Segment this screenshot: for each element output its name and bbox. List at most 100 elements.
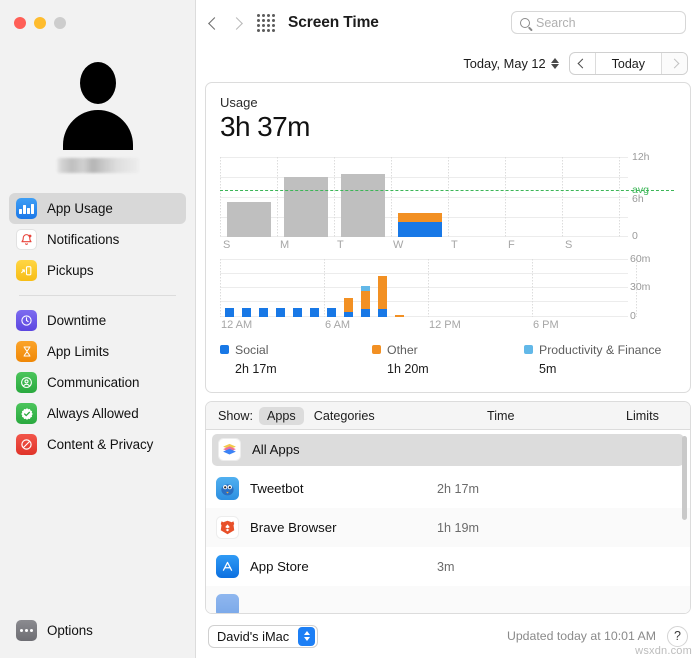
today-button[interactable]: Today bbox=[596, 53, 661, 74]
sidebar-item-label: App Limits bbox=[47, 343, 110, 359]
column-header-time: Time bbox=[487, 408, 515, 423]
hourly-xtick: 6 AM bbox=[325, 318, 351, 331]
show-label: Show: bbox=[218, 408, 254, 423]
sidebar-item-notifications[interactable]: Notifications bbox=[9, 224, 186, 255]
legend-item-social: Social 2h 17m bbox=[220, 343, 372, 376]
date-stepper[interactable]: Today, May 12 bbox=[463, 56, 559, 71]
legend-item-other: Other 1h 20m bbox=[372, 343, 524, 376]
tab-categories[interactable]: Categories bbox=[306, 407, 383, 425]
sidebar-item-label: Always Allowed bbox=[47, 405, 139, 421]
hourglass-icon bbox=[16, 341, 37, 362]
list-item[interactable]: App Store 3m bbox=[206, 547, 690, 586]
hourly-ytick-30m: 30m bbox=[630, 280, 651, 293]
sidebar-item-downtime[interactable]: Downtime bbox=[9, 305, 186, 336]
weekly-xtick: F bbox=[508, 238, 515, 251]
hourly-ytick-60m: 60m bbox=[630, 252, 651, 265]
sidebar-item-always-allowed[interactable]: Always Allowed bbox=[9, 398, 186, 429]
tweetbot-icon bbox=[216, 477, 239, 501]
sidebar: App Usage Notifications Pickups Downtime… bbox=[0, 0, 196, 658]
sidebar-item-label: Options bbox=[47, 622, 93, 638]
hourly-bar bbox=[395, 315, 404, 317]
legend-label: Social bbox=[235, 342, 269, 357]
weekly-bar-sunday bbox=[227, 201, 271, 237]
hourly-chart-plot: 60m 30m 0 12 AM 6 AM 12 PM 6 PM bbox=[220, 253, 650, 331]
sidebar-item-label: Downtime bbox=[47, 312, 107, 328]
hourly-xtick: 12 PM bbox=[429, 318, 461, 331]
sidebar-item-label: Content & Privacy bbox=[47, 436, 154, 452]
hourly-bar bbox=[259, 307, 268, 317]
user-profile bbox=[0, 46, 195, 173]
weekly-chart-plot: avg 12h 6h 0 S M T W T F S bbox=[220, 151, 674, 251]
date-navigation: Today, May 12 Today bbox=[196, 46, 700, 82]
layers-icon bbox=[218, 438, 241, 462]
app-time: 1h 19m bbox=[437, 520, 480, 535]
previous-day-button[interactable] bbox=[570, 53, 596, 75]
close-button[interactable] bbox=[14, 17, 26, 29]
hourly-bar bbox=[225, 307, 234, 317]
sidebar-item-app-usage[interactable]: App Usage bbox=[9, 193, 186, 224]
updated-status: Updated today at 10:01 AM bbox=[506, 629, 656, 644]
up-down-stepper-icon[interactable] bbox=[550, 58, 559, 70]
apps-card: Show: Apps Categories Time Limits All Ap… bbox=[205, 401, 691, 615]
chevron-left-icon[interactable] bbox=[208, 16, 221, 30]
app-icon-partial bbox=[216, 594, 239, 614]
hourly-bar bbox=[242, 307, 251, 317]
hourly-bar bbox=[361, 285, 370, 317]
search-placeholder: Search bbox=[536, 15, 576, 30]
brave-lion-icon bbox=[216, 516, 239, 540]
next-day-button[interactable] bbox=[661, 53, 687, 75]
bottom-bar: David's iMac Updated today at 10:01 AM ? bbox=[196, 614, 700, 658]
hourly-bar bbox=[344, 297, 353, 317]
apps-list-scrollbar[interactable] bbox=[682, 436, 687, 521]
list-item-partial[interactable] bbox=[206, 586, 690, 614]
sidebar-divider bbox=[19, 295, 176, 296]
sidebar-item-content-privacy[interactable]: Content & Privacy bbox=[9, 429, 186, 460]
sidebar-item-label: Communication bbox=[47, 374, 140, 390]
weekly-xtick: S bbox=[565, 238, 573, 251]
sidebar-item-pickups[interactable]: Pickups bbox=[9, 255, 186, 286]
zoom-button[interactable] bbox=[54, 17, 66, 29]
legend-label: Productivity & Finance bbox=[539, 342, 662, 357]
hourly-usage-chart: 60m 30m 0 12 AM 6 AM 12 PM 6 PM bbox=[220, 253, 650, 331]
list-item[interactable]: Tweetbot 2h 17m bbox=[206, 469, 690, 508]
weekly-ytick-6h: 6h bbox=[632, 192, 644, 205]
legend-value: 1h 20m bbox=[387, 361, 429, 376]
average-line bbox=[220, 189, 674, 191]
chevron-right-icon[interactable] bbox=[230, 16, 243, 30]
tab-apps[interactable]: Apps bbox=[259, 406, 304, 425]
screen-time-window: App Usage Notifications Pickups Downtime… bbox=[0, 0, 700, 658]
hourly-bar bbox=[327, 307, 336, 317]
sidebar-item-app-limits[interactable]: App Limits bbox=[9, 336, 186, 367]
hourly-ytick-0: 0 bbox=[630, 309, 636, 322]
weekly-bar-tuesday bbox=[341, 173, 385, 237]
app-name: All Apps bbox=[252, 442, 300, 458]
bell-icon bbox=[16, 229, 37, 250]
hourly-bar bbox=[378, 275, 387, 317]
weekly-xtick: T bbox=[451, 238, 458, 251]
weekly-xtick: S bbox=[223, 238, 231, 251]
sidebar-item-communication[interactable]: Communication bbox=[9, 367, 186, 398]
legend-value: 5m bbox=[539, 361, 557, 376]
apps-list[interactable]: All Apps Tweetbot 2h 17m Brave Browser 1… bbox=[206, 430, 690, 614]
app-grid-icon[interactable] bbox=[257, 14, 275, 32]
weekly-bar-monday bbox=[284, 176, 328, 237]
sidebar-item-options[interactable]: Options bbox=[9, 615, 186, 646]
clock-moon-icon bbox=[16, 310, 37, 331]
legend-item-productivity-finance: Productivity & Finance 5m bbox=[524, 343, 676, 376]
sidebar-item-label: App Usage bbox=[47, 200, 113, 216]
list-item[interactable]: All Apps bbox=[206, 430, 690, 469]
weekly-bar-wednesday bbox=[398, 212, 442, 237]
device-popup-button[interactable]: David's iMac bbox=[208, 624, 319, 648]
app-time: 3m bbox=[437, 559, 455, 574]
show-segmented-control: Apps Categories bbox=[259, 406, 383, 425]
minimize-button[interactable] bbox=[34, 17, 46, 29]
help-button[interactable]: ? bbox=[667, 625, 688, 647]
list-item[interactable]: Brave Browser 1h 19m bbox=[206, 508, 690, 548]
weekly-ytick-0: 0 bbox=[632, 229, 638, 242]
no-entry-icon bbox=[16, 434, 37, 455]
sidebar-nav-secondary: Options bbox=[0, 615, 195, 658]
search-input[interactable]: Search bbox=[511, 11, 686, 35]
checkmark-badge-icon bbox=[16, 403, 37, 424]
page-title: Screen Time bbox=[288, 14, 379, 31]
chevron-right-icon bbox=[669, 58, 680, 69]
